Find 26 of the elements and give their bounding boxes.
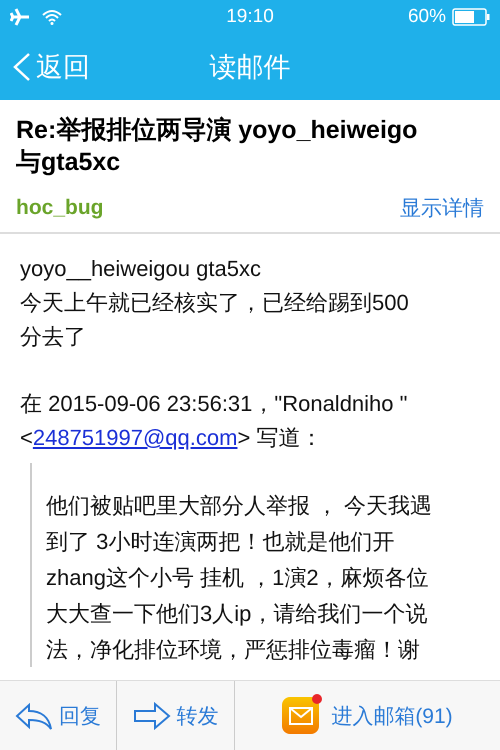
airplane-icon (10, 8, 30, 26)
body-text: yoyo__heiweigou gta5xc (20, 255, 262, 283)
sender-name: hoc_bug (16, 196, 104, 220)
quote-attribution: 在 2015-09-06 23:56:31，"Ronaldniho " <248751997@qq.com> 写道： (20, 390, 408, 452)
battery-icon (452, 8, 490, 26)
quoted-text: 法，净化排位环境，严惩排位毒瘤！谢 (46, 636, 421, 664)
arrow-right-icon (132, 702, 170, 730)
status-time: 19:10 (226, 6, 274, 28)
email-subject: Re:举报排位两导演 yoyo_heiweigo 与gta5xc (16, 115, 418, 178)
quoted-text: 他们被贴吧里大部分人举报 ， 今天我遇 (46, 492, 434, 520)
battery-percent: 60% (408, 6, 446, 28)
reply-icon (15, 702, 53, 730)
envelope-icon (288, 706, 313, 724)
quoted-text: 大大查一下他们3人ip，请给我们一个说 (46, 600, 428, 628)
body-text: 今天上午就已经核实了，已经给踢到500分去了 (20, 289, 410, 351)
screen-title: 读邮件 (208, 50, 292, 84)
email-link[interactable]: 248751997@qq.com (32, 425, 238, 450)
forward-button[interactable]: 转发 (117, 681, 235, 750)
back-button[interactable]: 返回 (12, 48, 90, 84)
inbox-button[interactable]: 进入邮箱(91) (235, 681, 500, 750)
chevron-left-icon (12, 52, 32, 82)
quoted-text: zhang这个小号 挂机 ，1演2，麻烦各位 (46, 564, 430, 592)
reply-button[interactable]: 回复 (0, 681, 117, 750)
wifi-icon (42, 8, 62, 24)
show-details-link[interactable]: 显示详情 (400, 194, 484, 222)
quoted-text: 到了 3小时连演两把！也就是他们开 (46, 528, 396, 556)
